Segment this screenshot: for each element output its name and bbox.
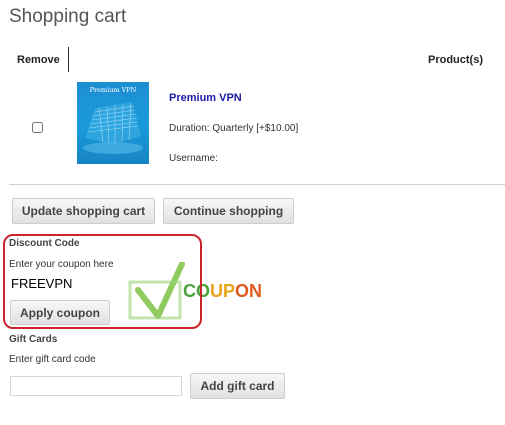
gift-cards-label: Gift Cards — [9, 334, 58, 345]
building-icon: Premium VPN — [83, 86, 143, 154]
discount-code-label: Discount Code — [9, 238, 80, 249]
page-title: Shopping cart — [9, 6, 127, 27]
coupon-letter: U — [210, 281, 224, 301]
continue-shopping-button[interactable]: Continue shopping — [163, 198, 294, 224]
coupon-letter: O — [235, 281, 250, 301]
cart-divider — [9, 184, 505, 185]
remove-column-header: Remove — [17, 54, 60, 66]
product-username: Username: — [169, 153, 218, 164]
product-image-caption: Premium VPN — [90, 86, 137, 94]
header-divider — [68, 47, 69, 72]
gift-card-helper-text: Enter gift card code — [9, 354, 96, 365]
remove-item-checkbox[interactable] — [32, 122, 43, 133]
coupon-letter: P — [223, 281, 236, 301]
add-gift-card-button[interactable]: Add gift card — [190, 373, 285, 399]
apply-coupon-button[interactable]: Apply coupon — [10, 300, 110, 325]
gift-card-input[interactable] — [10, 376, 182, 396]
product-duration: Duration: Quarterly [+$10.00] — [169, 123, 299, 134]
product-name-link[interactable]: Premium VPN — [169, 92, 242, 104]
update-cart-button[interactable]: Update shopping cart — [12, 198, 155, 224]
coupon-letter: N — [249, 281, 263, 301]
products-column-header: Product(s) — [428, 54, 483, 66]
coupon-helper-text: Enter your coupon here — [9, 259, 114, 270]
product-image[interactable]: Premium VPN — [77, 82, 149, 164]
coupon-input[interactable] — [8, 274, 128, 292]
